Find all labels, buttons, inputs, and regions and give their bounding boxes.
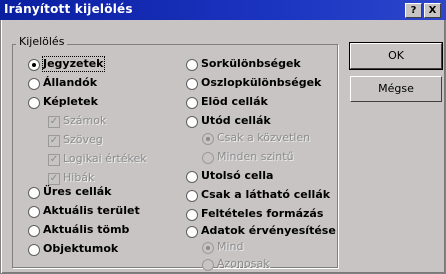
radio-icon[interactable]	[28, 59, 40, 71]
radio-icon[interactable]	[186, 209, 198, 221]
radio-icon[interactable]	[186, 78, 198, 90]
option-label: Csak a közvetlen	[217, 131, 311, 144]
radio-icon[interactable]	[186, 171, 198, 183]
close-icon: X	[428, 5, 437, 16]
option-label: Azonosak	[217, 257, 270, 270]
title-bar: Irányított kijelölés ? X	[0, 0, 446, 20]
option-label: Adatok érvényesítése	[201, 224, 336, 237]
radio-icon[interactable]	[28, 78, 40, 90]
option-label: Állandók	[43, 76, 98, 89]
checkmark-icon[interactable]: ✓	[48, 173, 60, 185]
checkbox-label: Hibák	[63, 171, 95, 184]
option-label: Aktuális terület	[43, 204, 140, 217]
option-label: Utolsó cella	[201, 169, 274, 182]
option-label: Elõd cellák	[201, 95, 268, 108]
radio-icon[interactable]	[28, 187, 40, 199]
option-label: Objektumok	[43, 242, 119, 255]
radio-icon[interactable]	[28, 244, 40, 256]
close-button[interactable]: X	[424, 3, 441, 18]
option-label: Képletek	[43, 95, 98, 108]
checkbox-label: Logikai értékek	[63, 152, 147, 165]
option-label: Jegyzetek	[42, 56, 105, 72]
radio-icon[interactable]	[202, 259, 214, 271]
selection-group-label: Kijelölés	[16, 35, 68, 48]
checkmark-icon[interactable]: ✓	[48, 154, 60, 166]
help-icon: ?	[410, 5, 417, 16]
option-label: Utód cellák	[201, 114, 271, 127]
radio-icon[interactable]	[28, 225, 40, 237]
help-button[interactable]: ?	[405, 3, 422, 18]
cancel-button[interactable]: Mégse	[350, 76, 442, 102]
radio-icon[interactable]	[202, 242, 214, 254]
option-label: Üres cellák	[43, 185, 112, 198]
option-label: Aktuális tömb	[43, 223, 130, 236]
option-label: Oszlopkülönbségek	[201, 76, 322, 89]
window-title: Irányított kijelölés	[4, 2, 133, 16]
checkbox-label: Számok	[63, 114, 107, 127]
radio-icon[interactable]	[28, 206, 40, 218]
checkmark-icon[interactable]: ✓	[48, 135, 60, 147]
ok-button[interactable]: OK	[349, 42, 443, 70]
radio-icon[interactable]	[186, 97, 198, 109]
checkmark-icon[interactable]: ✓	[48, 116, 60, 128]
checkbox-label: Szöveg	[63, 133, 103, 146]
radio-icon[interactable]	[186, 226, 198, 238]
option-label: Sorkülönbségek	[201, 57, 301, 70]
radio-icon[interactable]	[202, 152, 214, 164]
option-label: Csak a látható cellák	[201, 188, 331, 201]
radio-icon[interactable]	[186, 116, 198, 128]
option-label: Feltételes formázás	[201, 207, 324, 220]
option-label: Minden szintű	[217, 150, 294, 163]
radio-icon[interactable]	[202, 133, 214, 145]
radio-icon[interactable]	[186, 59, 198, 71]
option-label: Mind	[217, 240, 244, 253]
radio-icon[interactable]	[28, 97, 40, 109]
radio-icon[interactable]	[186, 190, 198, 202]
